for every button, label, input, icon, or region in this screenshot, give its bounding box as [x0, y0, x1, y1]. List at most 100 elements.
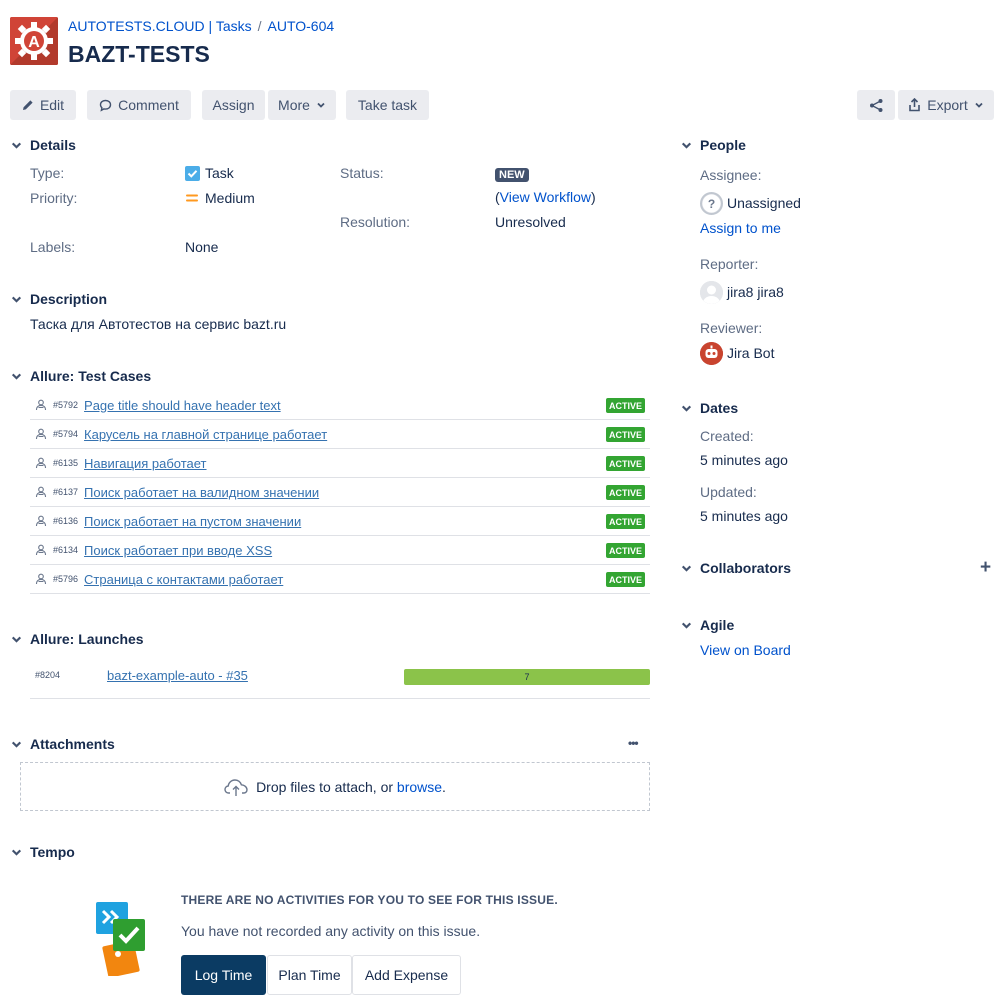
launch-result-bar: 7: [404, 669, 650, 685]
agile-heading: Agile: [700, 617, 735, 633]
test-case-row: #6134 Поиск работает при вводе XSS ACTIVE: [30, 536, 650, 565]
dates-heading: Dates: [700, 400, 739, 416]
export-button[interactable]: Export: [898, 90, 994, 120]
test-case-icon: [35, 399, 47, 411]
tempo-section-toggle[interactable]: Tempo: [10, 844, 75, 860]
test-case-status-badge: ACTIVE: [605, 514, 645, 529]
test-case-link[interactable]: Поиск работает на пустом значении: [84, 514, 301, 529]
tempo-heading: Tempo: [30, 844, 75, 860]
launch-row: #8204 bazt-example-auto - #35 7: [30, 656, 650, 699]
priority-value: Medium: [185, 190, 255, 206]
labels-value: None: [185, 239, 219, 255]
chevron-down-icon: [11, 142, 22, 149]
people-heading: People: [700, 137, 746, 153]
attachments-section-toggle[interactable]: Attachments: [10, 736, 115, 752]
dates-section-toggle[interactable]: Dates: [680, 400, 738, 416]
people-section-toggle[interactable]: People: [680, 137, 746, 153]
log-time-button[interactable]: Log Time: [181, 955, 266, 995]
comment-button[interactable]: Comment: [87, 90, 191, 120]
test-case-id: #6136: [53, 516, 79, 526]
reporter-label: Reporter:: [700, 256, 759, 272]
chevron-down-icon: [11, 636, 22, 643]
description-section-toggle[interactable]: Description: [10, 291, 107, 307]
test-case-icon: [35, 544, 47, 556]
type-text: Task: [205, 165, 234, 181]
assignee-value: Unassigned: [727, 195, 801, 211]
take-task-label: Take task: [357, 97, 418, 113]
test-case-row: #5794 Карусель на главной странице работа…: [30, 420, 650, 449]
test-case-link[interactable]: Поиск работает на валидном значении: [84, 485, 319, 500]
test-case-icon: [35, 428, 47, 440]
add-collaborator-button[interactable]: +: [980, 557, 991, 579]
share-button[interactable]: [857, 90, 895, 120]
view-workflow-link[interactable]: View Workflow: [500, 189, 591, 205]
comment-label: Comment: [118, 97, 179, 113]
status-badge: NEW: [495, 165, 529, 182]
breadcrumb-issue-key[interactable]: AUTO-604: [268, 18, 335, 34]
assign-to-me-link[interactable]: Assign to me: [700, 220, 781, 236]
test-cases-heading: Allure: Test Cases: [30, 368, 152, 384]
details-heading: Details: [30, 137, 76, 153]
export-icon: [909, 98, 921, 112]
launches-section-toggle[interactable]: Allure: Launches: [10, 631, 144, 647]
test-cases-section-toggle[interactable]: Allure: Test Cases: [10, 368, 151, 384]
launch-link[interactable]: bazt-example-auto - #35: [107, 668, 248, 683]
chevron-down-icon: [11, 741, 22, 748]
test-case-status-badge: ACTIVE: [605, 456, 645, 471]
reporter-avatar[interactable]: [700, 281, 723, 304]
pencil-icon: [22, 100, 33, 110]
test-case-link[interactable]: Карусель на главной странице работает: [84, 427, 327, 442]
reporter-value[interactable]: jira8 jira8: [727, 284, 784, 300]
test-case-icon: [35, 486, 47, 498]
breadcrumb-separator: /: [257, 18, 262, 34]
chevron-down-icon: [681, 622, 692, 629]
reviewer-value[interactable]: Jira Bot: [727, 345, 774, 361]
edit-button[interactable]: Edit: [10, 90, 76, 120]
resolution-label: Resolution:: [340, 214, 411, 230]
workflow-link-wrapper: (View Workflow): [495, 189, 596, 205]
collaborators-section-toggle[interactable]: Collaborators: [680, 560, 791, 576]
add-expense-button[interactable]: Add Expense: [352, 955, 461, 995]
project-logo[interactable]: A: [10, 17, 58, 65]
workflow-close-paren: ): [590, 189, 596, 205]
project-avatar-icon: A: [10, 17, 58, 65]
test-case-id: #5794: [53, 429, 79, 439]
issue-title: BAZT-TESTS: [68, 41, 210, 67]
test-case-link[interactable]: Навигация работает: [84, 456, 206, 471]
attachments-more-button[interactable]: •••: [628, 736, 639, 750]
view-on-board-link[interactable]: View on Board: [700, 642, 791, 658]
bot-avatar-icon: [700, 342, 723, 365]
launch-passed-count: 7: [524, 672, 530, 682]
details-section-toggle[interactable]: Details: [10, 137, 76, 153]
test-case-row: #5796 Страница с контактами работает ACTIV…: [30, 565, 650, 594]
launches-heading: Allure: Launches: [30, 631, 144, 647]
svg-text:?: ?: [708, 197, 715, 211]
chevron-down-icon: [317, 102, 325, 108]
plan-time-button[interactable]: Plan Time: [267, 955, 352, 995]
tempo-illustration: [96, 902, 148, 978]
created-label: Created:: [700, 428, 754, 444]
test-case-link[interactable]: Page title should have header text: [84, 398, 281, 413]
unassigned-avatar: ?: [700, 192, 723, 215]
browse-link[interactable]: browse: [397, 779, 442, 795]
agile-section-toggle[interactable]: Agile: [680, 617, 734, 633]
collaborators-heading: Collaborators: [700, 560, 792, 576]
test-case-row: #6136 Поиск работает на пустом значении AC…: [30, 507, 650, 536]
priority-medium-icon: [186, 194, 198, 202]
take-task-button[interactable]: Take task: [346, 90, 429, 120]
test-case-link[interactable]: Поиск работает при вводе XSS: [84, 543, 272, 558]
assign-button[interactable]: Assign: [202, 90, 265, 120]
test-case-link[interactable]: Страница с контактами работает: [84, 572, 283, 587]
assignee-label: Assignee:: [700, 167, 762, 183]
breadcrumb-project[interactable]: AUTOTESTS.CLOUD | Tasks: [68, 18, 252, 34]
resolution-value: Unresolved: [495, 214, 566, 230]
export-label: Export: [927, 97, 968, 113]
attachment-dropzone[interactable]: Drop files to attach, or browse.: [20, 762, 650, 811]
reviewer-avatar[interactable]: [700, 342, 723, 365]
priority-label: Priority:: [30, 190, 78, 206]
type-value: Task: [185, 165, 234, 181]
test-case-icon: [35, 573, 47, 585]
more-button[interactable]: More: [268, 90, 336, 120]
more-label: More: [278, 97, 310, 113]
chevron-down-icon: [975, 102, 983, 108]
